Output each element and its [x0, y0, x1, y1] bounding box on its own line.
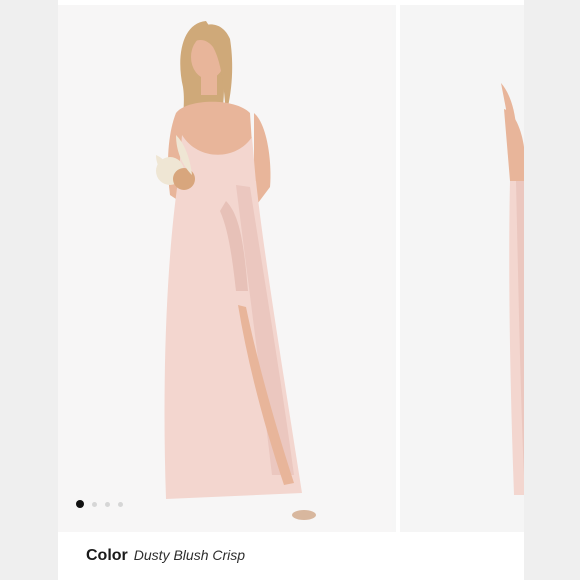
color-label: Color — [86, 547, 128, 564]
right-background-strip — [524, 0, 580, 580]
product-page: Color Dusty Blush Crisp — [58, 0, 524, 580]
gallery-dot-2[interactable] — [92, 501, 97, 507]
model-preview-illustration — [501, 83, 524, 495]
product-image-main[interactable] — [58, 5, 392, 532]
image-gallery[interactable] — [58, 5, 524, 532]
model-illustration — [156, 21, 316, 520]
gallery-dot-4[interactable] — [118, 501, 123, 507]
gallery-dot-3[interactable] — [105, 501, 110, 507]
gallery-dot-1[interactable] — [76, 500, 84, 508]
product-image-next[interactable] — [396, 5, 524, 532]
gallery-dots — [76, 500, 123, 508]
color-value: Dusty Blush Crisp — [133, 547, 246, 563]
color-row: Color Dusty Blush Crisp — [86, 547, 245, 565]
